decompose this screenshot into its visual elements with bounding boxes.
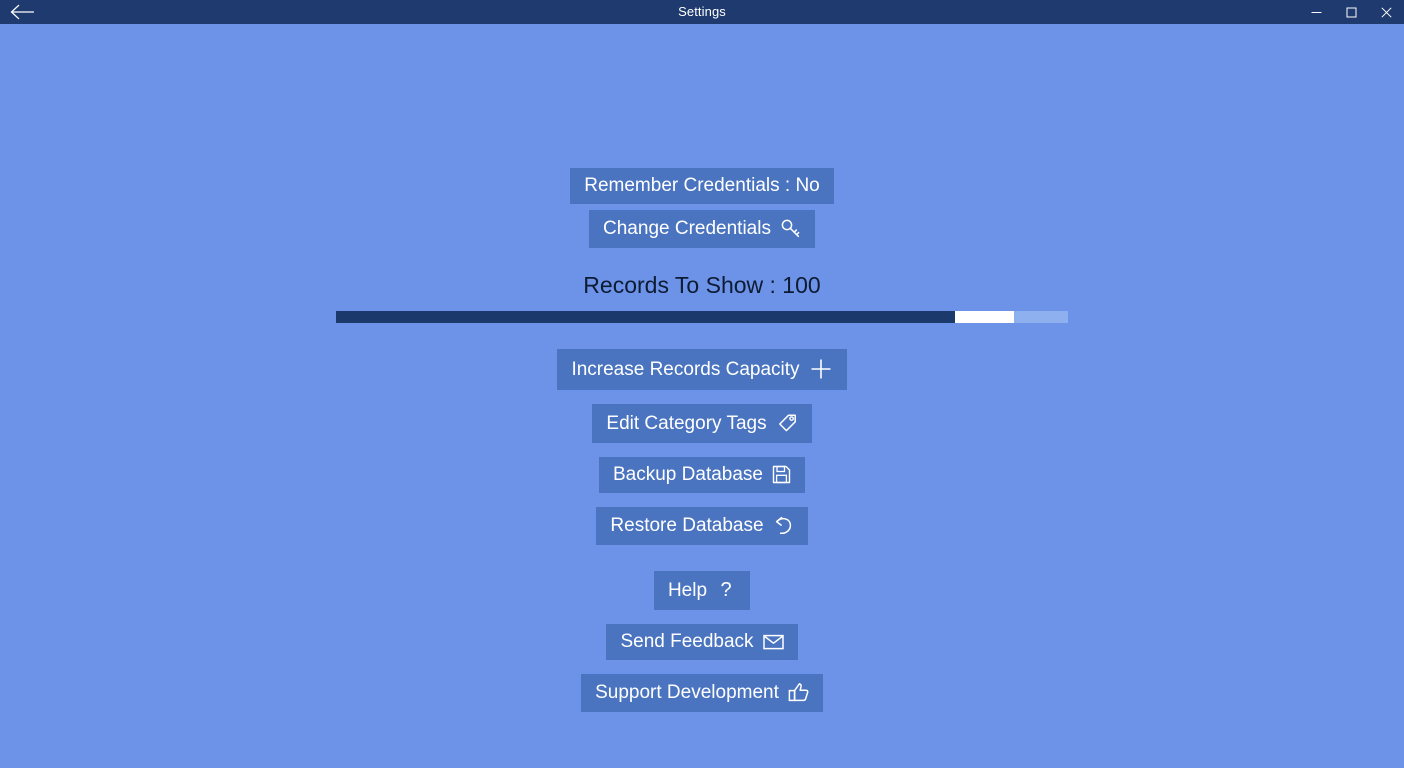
send-feedback-button[interactable]: Send Feedback — [606, 624, 798, 660]
title-bar: Settings — [0, 0, 1404, 24]
thumbs-up-icon — [788, 682, 809, 703]
send-feedback-label: Send Feedback — [620, 631, 754, 652]
remember-credentials-button[interactable]: Remember Credentials : No — [570, 168, 834, 204]
save-floppy-icon — [772, 465, 791, 484]
restore-database-label: Restore Database — [610, 515, 764, 536]
window-title: Settings — [678, 4, 726, 19]
back-button[interactable] — [0, 0, 46, 24]
records-to-show-slider[interactable] — [336, 311, 1068, 323]
help-button[interactable]: Help ? — [653, 571, 751, 610]
undo-arrow-icon — [773, 515, 794, 536]
change-credentials-label: Change Credentials — [603, 218, 771, 239]
slider-fill — [336, 311, 955, 323]
increase-records-capacity-label: Increase Records Capacity — [571, 358, 800, 380]
records-to-show-label: Records To Show : 100 — [583, 272, 821, 298]
envelope-icon — [762, 634, 784, 650]
maximize-button[interactable] — [1334, 0, 1369, 24]
key-icon — [780, 218, 801, 239]
edit-category-tags-button[interactable]: Edit Category Tags — [592, 404, 812, 443]
backup-database-button[interactable]: Backup Database — [599, 457, 805, 493]
minimize-icon — [1311, 7, 1322, 18]
restore-database-button[interactable]: Restore Database — [596, 507, 808, 545]
tag-icon — [776, 412, 798, 434]
close-button[interactable] — [1369, 0, 1404, 24]
plus-icon — [809, 357, 833, 381]
settings-page: Remember Credentials : No Change Credent… — [0, 24, 1404, 768]
support-development-button[interactable]: Support Development — [581, 674, 823, 712]
change-credentials-button[interactable]: Change Credentials — [589, 210, 815, 248]
edit-category-tags-label: Edit Category Tags — [606, 412, 767, 434]
window-controls — [1299, 0, 1404, 24]
support-development-label: Support Development — [595, 682, 779, 703]
help-label: Help — [667, 579, 708, 601]
backup-database-label: Backup Database — [613, 464, 763, 485]
slider-thumb[interactable] — [955, 311, 1014, 323]
settings-stack: Remember Credentials : No Change Credent… — [0, 168, 1404, 712]
minimize-button[interactable] — [1299, 0, 1334, 24]
maximize-icon — [1346, 7, 1357, 18]
remember-credentials-label: Remember Credentials : No — [584, 175, 820, 196]
back-arrow-icon — [10, 4, 36, 20]
svg-text:?: ? — [720, 579, 731, 601]
close-icon — [1381, 6, 1392, 18]
increase-records-capacity-button[interactable]: Increase Records Capacity — [557, 349, 847, 390]
question-mark-icon: ? — [716, 579, 736, 601]
